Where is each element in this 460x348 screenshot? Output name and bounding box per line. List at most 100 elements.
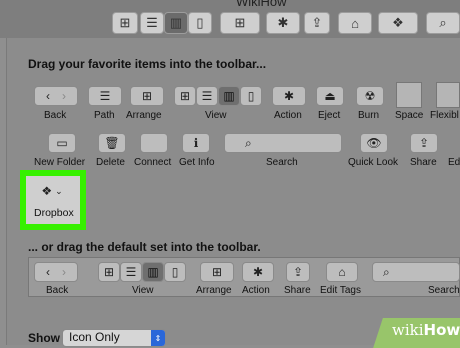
toolbar-share-button[interactable]: ⇪ <box>304 12 330 34</box>
grid-icon: ⊞ <box>179 89 191 103</box>
palette-burn-button[interactable]: ☢ <box>356 86 384 106</box>
dropbox-button[interactable]: ❖ ⌄ <box>34 182 70 200</box>
default-arrange-label: Arrange <box>196 285 232 296</box>
palette-quick-look-label: Quick Look <box>348 157 399 168</box>
palette-arrange-button[interactable]: ⊞ <box>130 86 164 106</box>
wikihow-watermark: wikiHow <box>392 321 460 339</box>
palette-action-button[interactable]: ✱ <box>272 86 306 106</box>
palette-icon-view-button[interactable]: ⊞ <box>174 86 196 106</box>
default-back-forward-button[interactable]: ‹ › <box>34 262 78 282</box>
chevron-down-icon: ⌄ <box>55 185 63 196</box>
default-edit-tags-label: Edit Tags <box>320 285 361 296</box>
toolbar-arrange-button[interactable]: ⊞ <box>220 12 260 34</box>
default-arrange-button[interactable]: ⊞ <box>200 262 234 282</box>
columns-icon: ▥ <box>147 265 159 279</box>
tag-icon: ⌂ <box>338 265 346 279</box>
share-icon: ⇪ <box>418 136 430 150</box>
chevron-updown-icon: ⇕ <box>151 330 165 346</box>
window-title: WikiHow <box>236 0 287 9</box>
palette-share-label: Share <box>410 157 437 168</box>
dropbox-icon: ❖ <box>392 15 404 30</box>
palette-connect-button[interactable] <box>140 133 168 153</box>
default-back-label: Back <box>46 285 69 296</box>
palette-search-field[interactable]: ⌕ <box>224 133 342 153</box>
list-icon: ☰ <box>99 89 111 103</box>
show-select[interactable]: Icon Only ⇕ <box>62 329 166 347</box>
columns-icon: ▥ <box>223 89 235 103</box>
burn-icon: ☢ <box>364 89 376 103</box>
toolbar-search-button[interactable]: ⌕ <box>426 12 460 34</box>
list-icon: ☰ <box>146 15 158 30</box>
dropbox-label: Dropbox <box>34 207 74 219</box>
toolbar-column-view-button[interactable]: ▥ <box>164 12 188 34</box>
show-select-value: Icon Only <box>69 330 120 344</box>
grid-icon: ⊞ <box>119 15 131 30</box>
palette-column-view-button[interactable]: ▥ <box>218 86 240 106</box>
grid-icon: ⊞ <box>211 265 223 279</box>
default-search-field[interactable]: ⌕ <box>372 262 460 282</box>
share-icon: ⇪ <box>311 15 323 30</box>
back-icon: ‹ <box>46 89 50 103</box>
coverflow-icon: ▯ <box>171 265 179 279</box>
palette-space-item[interactable] <box>396 82 422 108</box>
palette-action-label: Action <box>274 110 302 121</box>
palette-share-button[interactable]: ⇪ <box>410 133 438 153</box>
toolbar-dropbox-button[interactable]: ❖ <box>378 12 418 34</box>
folder-icon: ▭ <box>56 136 68 150</box>
palette-delete-button[interactable]: 🗑 <box>98 133 126 153</box>
palette-space-label: Space <box>395 110 424 121</box>
palette-flexible-label: Flexibl <box>430 110 459 121</box>
list-icon: ☰ <box>125 265 137 279</box>
search-icon: ⌕ <box>245 135 252 150</box>
gear-icon: ✱ <box>277 15 289 30</box>
default-action-button[interactable]: ✱ <box>242 262 274 282</box>
sheet-title: Drag your favorite items into the toolba… <box>28 57 267 71</box>
palette-burn-label: Burn <box>358 110 380 121</box>
dropbox-item-highlight[interactable]: ❖ ⌄ Dropbox <box>20 170 86 230</box>
default-list-view-button[interactable]: ☰ <box>120 262 142 282</box>
default-set-title: ... or drag the default set into the too… <box>28 240 261 254</box>
gear-icon: ✱ <box>252 265 264 279</box>
palette-new-folder-button[interactable]: ▭ <box>48 133 76 153</box>
toolbar-icon-view-button[interactable]: ⊞ <box>112 12 138 34</box>
default-icon-view-button[interactable]: ⊞ <box>98 262 120 282</box>
toolbar-coverflow-view-button[interactable]: ▯ <box>188 12 212 34</box>
palette-view-label: View <box>205 110 227 121</box>
palette-quick-look-button[interactable]: 👁 <box>360 133 388 153</box>
default-view-label: View <box>132 285 154 296</box>
default-edit-tags-button[interactable]: ⌂ <box>326 262 358 282</box>
toolbar-action-button[interactable]: ✱ <box>266 12 300 34</box>
palette-delete-label: Delete <box>96 157 125 168</box>
show-label: Show <box>28 331 60 345</box>
toolbar-tags-button[interactable]: ⌂ <box>338 12 372 34</box>
palette-get-info-button[interactable]: ℹ <box>182 133 210 153</box>
grid-icon: ⊞ <box>103 265 115 279</box>
palette-search-label: Search <box>266 157 298 168</box>
list-icon: ☰ <box>201 89 213 103</box>
search-icon: ⌕ <box>383 264 390 279</box>
coverflow-icon: ▯ <box>247 89 255 103</box>
palette-path-button[interactable]: ☰ <box>88 86 122 106</box>
watermark-wiki: wiki <box>392 321 424 339</box>
info-icon: ℹ <box>193 136 199 150</box>
default-column-view-button[interactable]: ▥ <box>142 262 164 282</box>
default-share-button[interactable]: ⇪ <box>286 262 310 282</box>
default-search-label: Search <box>428 285 460 296</box>
palette-list-view-button[interactable]: ☰ <box>196 86 218 106</box>
palette-coverflow-view-button[interactable]: ▯ <box>240 86 262 106</box>
palette-back-forward-button[interactable]: ‹ › <box>34 86 78 106</box>
toolbar-list-view-button[interactable]: ☰ <box>140 12 164 34</box>
palette-edit-label: Edi <box>448 157 460 168</box>
tag-icon: ⌂ <box>351 15 359 31</box>
eye-icon: 👁 <box>366 136 382 150</box>
trash-icon: 🗑 <box>104 136 120 150</box>
grid-icon: ⊞ <box>234 15 246 30</box>
default-action-label: Action <box>242 285 270 296</box>
palette-eject-button[interactable]: ⏏ <box>316 86 344 106</box>
window-titlebar: WikiHow ⊞ ☰ ▥ ▯ ⊞ ✱ ⇪ ⌂ ❖ ⌕ <box>0 0 460 38</box>
palette-flexible-space-item[interactable] <box>436 82 460 108</box>
default-coverflow-view-button[interactable]: ▯ <box>164 262 186 282</box>
palette-arrange-label: Arrange <box>126 110 162 121</box>
palette-new-folder-label: New Folder <box>34 157 86 168</box>
columns-icon: ▥ <box>169 15 183 30</box>
